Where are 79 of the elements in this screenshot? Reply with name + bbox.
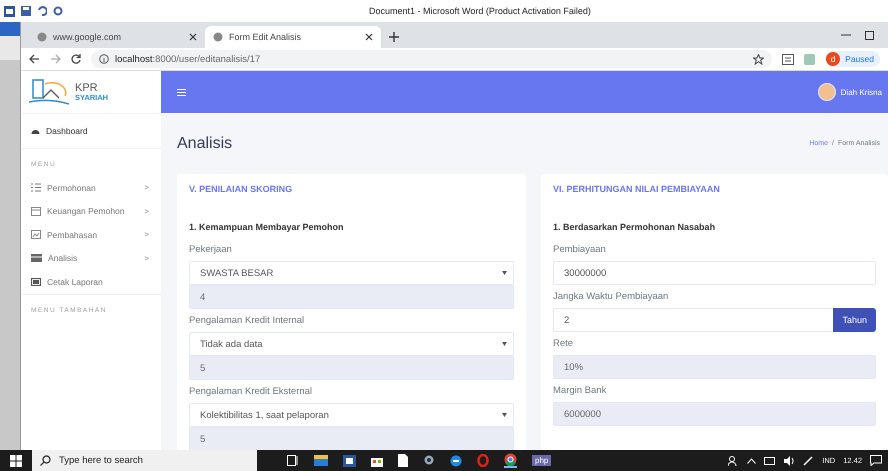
window-title: Document1 - Microsoft Word (Product Activation Failed) <box>369 6 591 16</box>
word-icon[interactable] <box>343 454 356 466</box>
window-icon <box>31 206 41 216</box>
field-label: Margin Bank <box>553 384 608 398</box>
gauge-icon <box>31 127 40 135</box>
sidebar-item[interactable]: Pembahasan > <box>21 223 161 246</box>
card-icon <box>31 254 42 262</box>
folder-icon[interactable] <box>314 455 328 466</box>
menu-icon[interactable] <box>177 88 186 96</box>
maximize-icon[interactable] <box>865 31 874 40</box>
readonly-field: 6000000 <box>553 402 876 426</box>
sidebar-item[interactable]: Keuangan Pemohon > <box>21 200 161 223</box>
list-icon <box>31 183 41 192</box>
select-field[interactable]: SWASTA BESAR <box>189 261 514 285</box>
input-field[interactable]: 2 <box>553 308 834 332</box>
input-field[interactable]: 30000000 <box>553 261 876 285</box>
readonly-field: 10% <box>553 355 876 379</box>
reload-icon[interactable] <box>71 54 81 64</box>
pen-icon[interactable] <box>803 455 814 466</box>
windows-icon[interactable] <box>10 454 22 466</box>
globe-icon <box>213 32 223 42</box>
sidebar-item[interactable]: Permohonan > <box>21 176 161 200</box>
profile-button[interactable]: d Paused <box>825 51 880 67</box>
field-label: Pembiayaan <box>553 243 607 257</box>
sidebar-item[interactable]: Dashboard <box>21 113 161 149</box>
undo-icon[interactable] <box>37 6 47 16</box>
user-name[interactable]: Diah Krisna <box>840 88 882 96</box>
readonly-field: 4 <box>189 285 514 309</box>
monitor-icon <box>31 278 41 286</box>
notification-icon[interactable] <box>870 455 882 466</box>
extension-icon[interactable] <box>782 54 794 64</box>
php-app-icon[interactable]: php <box>532 455 552 466</box>
section-subtitle: 1. Berdasarkan Permohonan Nasabah <box>553 221 716 234</box>
unit-addon: Tahun <box>833 308 876 332</box>
section-subtitle: 1. Kemampuan Membayar Pemohon <box>189 221 345 234</box>
field-label: Rete <box>553 337 574 351</box>
readonly-field: 5 <box>189 356 514 380</box>
search-icon <box>40 455 51 466</box>
readonly-field: 5 <box>189 427 514 450</box>
chart-icon <box>31 230 41 240</box>
field-label: Pekerjaan <box>189 243 233 257</box>
sidebar-item[interactable]: Cetak Laporan <box>21 270 161 294</box>
star-icon[interactable] <box>753 54 764 64</box>
chevron-up-icon[interactable] <box>747 458 756 464</box>
close-icon[interactable] <box>189 33 197 41</box>
address-bar[interactable]: localhost:8000/user/editanalisis/17 <box>91 50 772 68</box>
card-title: V. PENILAIAN SKORING <box>189 184 294 196</box>
caret-icon <box>502 271 507 275</box>
volume-icon[interactable] <box>784 456 796 466</box>
ring-o-icon[interactable] <box>477 454 489 467</box>
select-field[interactable]: Tidak ada data <box>189 332 514 356</box>
back-arrow-icon[interactable] <box>29 54 40 64</box>
card-title: VI. PERHITUNGAN NILAI PEMBIAYAAN <box>553 184 721 196</box>
browser-tab[interactable]: Form Edit Analisis <box>205 26 381 48</box>
people-icon[interactable] <box>728 455 740 466</box>
word-logo-icon[interactable] <box>4 6 15 16</box>
task-view-icon[interactable] <box>287 455 299 466</box>
caret-icon <box>502 342 507 346</box>
caret-icon <box>502 413 507 417</box>
new-tab-icon[interactable] <box>389 32 399 42</box>
logo-text: KPR <box>75 82 99 94</box>
field-label: Jangka Waktu Pembiayaan <box>553 290 670 304</box>
info-icon[interactable] <box>99 54 109 64</box>
taskbar-search-field[interactable]: Type here to search <box>32 450 257 471</box>
browser-tab[interactable]: www.google.com <box>29 26 205 48</box>
document-icon[interactable] <box>398 454 408 467</box>
close-icon[interactable] <box>365 33 373 41</box>
globe-icon <box>37 32 47 42</box>
avatar-icon[interactable] <box>818 83 836 101</box>
page-title: Analisis <box>177 134 232 152</box>
field-label: Pengalaman Kredit Internal <box>189 314 306 328</box>
webcam-icon[interactable] <box>423 454 435 466</box>
chrome-icon[interactable] <box>504 453 517 468</box>
save-icon[interactable] <box>21 6 31 16</box>
house-logo-icon <box>29 78 69 106</box>
battery-icon[interactable] <box>764 456 776 464</box>
sidebar-item[interactable]: Analisis > <box>21 246 161 270</box>
select-field[interactable]: Kolektibilitas 1, saat pelaporan <box>189 403 514 427</box>
field-label: Pengalaman Kredit Eksternal <box>189 385 314 399</box>
